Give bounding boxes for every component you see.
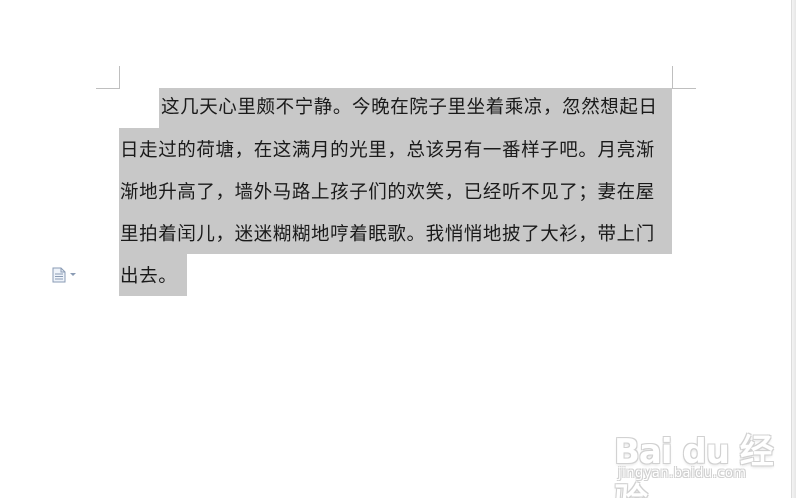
scrollbar-edge[interactable]	[791, 0, 796, 498]
margin-corner-top-left-v	[119, 66, 120, 88]
paragraph-line[interactable]: 里拍着闰儿，迷迷糊糊地哼着眠歌。我悄悄地披了大衫，带上门	[120, 219, 680, 251]
document-page: 这几天心里颇不宁静。今晚在院子里坐着乘凉，忽然想起日 日走过的荷塘，在这满月的光…	[0, 0, 796, 498]
paragraph-options-button[interactable]	[52, 267, 82, 285]
margin-corner-top-left-h	[96, 88, 120, 89]
paragraph-line[interactable]: 出去。	[120, 261, 680, 293]
margin-corner-top-right-v	[672, 66, 673, 88]
paragraph-line[interactable]: 日走过的荷塘，在这满月的光里，总该另有一番样子吧。月亮渐	[120, 135, 680, 167]
paragraph-line[interactable]: 渐地升高了，墙外马路上孩子们的欢笑，已经听不见了；妻在屋	[120, 177, 680, 209]
chevron-down-icon	[70, 273, 76, 276]
document-icon	[52, 267, 66, 283]
watermark-logo: Bai du 经验	[614, 432, 774, 498]
watermark-url: jingyan.baidu.com	[618, 466, 747, 481]
paragraph-line[interactable]: 这几天心里颇不宁静。今晚在院子里坐着乘凉，忽然想起日	[161, 92, 721, 124]
margin-corner-top-right-h	[672, 88, 696, 89]
baidu-jingyan-watermark: Bai du 经验 jingyan.baidu.com	[606, 408, 776, 498]
